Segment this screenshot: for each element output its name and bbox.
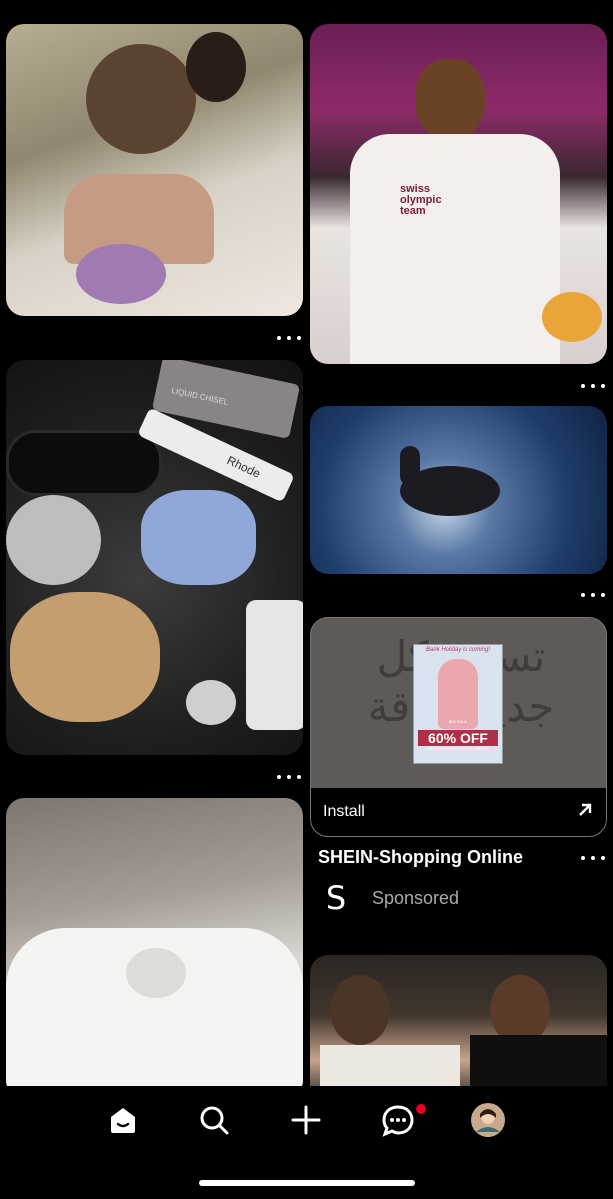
pin-more-options[interactable] [581, 590, 605, 600]
pin-bride-portrait[interactable] [6, 24, 303, 316]
promo-pct: 60% OFF [418, 730, 498, 746]
messages-icon[interactable] [378, 1100, 418, 1140]
jacket-shape [350, 134, 560, 364]
notification-dot [416, 1104, 426, 1114]
pin-swiss-olympic-team[interactable]: swiss olympic team [310, 24, 607, 364]
install-bar[interactable]: Install [311, 788, 606, 836]
external-link-icon [576, 801, 594, 824]
sponsored-label: Sponsored [372, 887, 460, 908]
container-shape [186, 680, 236, 725]
ad-banner-text: Bank Holiday is coming! [425, 647, 491, 653]
search-icon[interactable] [194, 1100, 234, 1140]
pin-wedding-dress[interactable] [6, 798, 303, 1098]
tan-teeth-mold-shape [10, 592, 160, 722]
promo-block: BIG SALE 60% OFF FREE SHIPPING ON 1ST OR… [418, 719, 498, 759]
promo-small: FREE SHIPPING ON 1ST ORDER [427, 746, 489, 751]
jacket-text: swiss olympic team [400, 183, 442, 217]
home-indicator [199, 1180, 415, 1186]
ad-title[interactable]: SHEIN-Shopping Online [318, 847, 523, 868]
bride-head-shape [330, 975, 390, 1045]
head-shape [415, 59, 485, 139]
blue-teeth-mold-shape [141, 490, 256, 585]
bottle-shape [246, 600, 303, 730]
profile-avatar[interactable] [468, 1100, 508, 1140]
hair-shape [86, 44, 196, 154]
ad-more-options[interactable] [581, 853, 605, 863]
promo-sub: BIG SALE [448, 719, 468, 724]
swan-neck-shape [400, 446, 420, 486]
install-label: Install [323, 803, 365, 820]
flowers-shape [542, 292, 602, 342]
knot-shape [126, 948, 186, 998]
pin-ad-shein[interactable]: تسوق كل جديد بأناقة Bank Holiday is comi… [310, 617, 607, 837]
ad-promo-card: Bank Holiday is coming! BIG SALE 60% OFF… [413, 644, 503, 764]
pin-more-options[interactable] [277, 772, 301, 782]
ad-sponsor[interactable]: S Sponsored [318, 879, 460, 917]
background-person-shape [186, 32, 246, 102]
pin-jewelry-flatlay[interactable]: LIQUID CHISEL Rhode [6, 360, 303, 755]
pin-more-options[interactable] [581, 381, 605, 391]
pin-swan-lake[interactable] [310, 406, 607, 574]
pin-more-options[interactable] [277, 333, 301, 343]
pin-wedding-couple[interactable] [310, 955, 607, 1105]
compact-shape [6, 495, 101, 585]
flowers-shape [76, 244, 166, 304]
home-icon[interactable] [103, 1100, 143, 1140]
sunglasses-shape [6, 430, 162, 496]
create-icon[interactable] [286, 1100, 326, 1140]
shein-logo: S [325, 879, 347, 917]
